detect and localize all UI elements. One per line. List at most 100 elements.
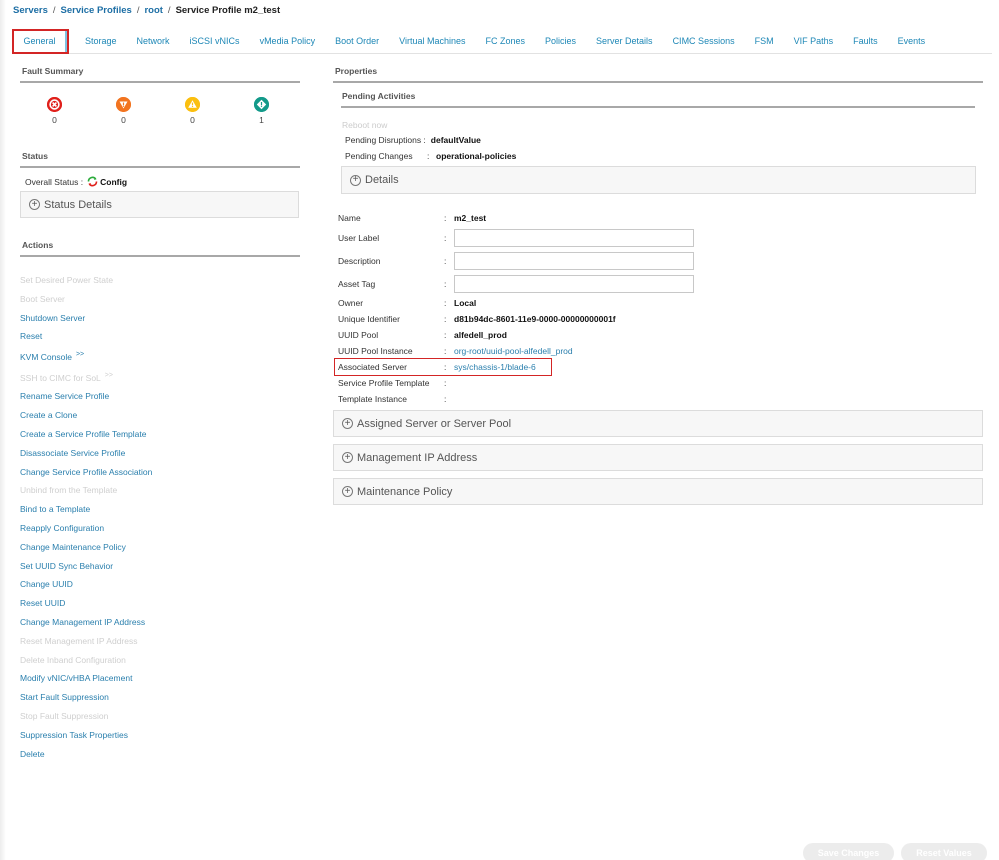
actions-list: Set Desired Power State Boot Server Shutdo… [20,271,300,763]
asset-tag-label: Asset Tag [338,278,376,289]
action-label: Stop Fault Suppression [20,710,109,721]
action-label: Start Fault Suppression [20,692,109,703]
status-details-label: Status Details [44,198,112,211]
description-row: Description : [338,249,983,272]
fault-warning[interactable]: 1 [227,97,296,135]
expand-plus-icon: + [350,174,361,186]
tab-vif-paths[interactable]: VIF Paths [784,29,844,53]
action-set-desired-power-state: Set Desired Power State [20,271,300,290]
breadcrumb-separator: / [52,5,56,16]
management-ip-toggle[interactable]: + Management IP Address [333,444,983,471]
tab-bar: General Storage Network iSCSI vNICs vMed… [12,29,992,54]
tab-general[interactable]: General [12,29,69,54]
action-reset[interactable]: Reset [20,327,300,346]
user-label-row: User Label : [338,226,983,249]
tab-events[interactable]: Events [888,29,936,53]
action-suppression-task-properties[interactable]: Suppression Task Properties [20,726,300,745]
fault-major-count: 0 [121,115,126,125]
user-label-label: User Label [338,232,380,243]
tab-boot-order[interactable]: Boot Order [325,29,389,53]
reboot-now-link[interactable]: Reboot now [342,120,975,130]
action-start-fault-suppression[interactable]: Start Fault Suppression [20,688,300,707]
action-change-service-profile-association[interactable]: Change Service Profile Association [20,463,300,482]
overall-status-label: Overall Status : [25,176,84,187]
owner-label: Owner [338,298,364,308]
save-changes-button[interactable]: Save Changes [803,843,894,860]
action-disassociate-service-profile[interactable]: Disassociate Service Profile [20,444,300,463]
action-label: Suppression Task Properties [20,729,129,740]
tab-virtual-machines[interactable]: Virtual Machines [389,29,475,53]
breadcrumb-separator: / [136,5,140,16]
tab-policies[interactable]: Policies [535,29,586,53]
action-label: KVM Console [20,352,72,363]
tab-server-details[interactable]: Server Details [586,29,663,53]
action-label: Disassociate Service Profile [20,447,126,458]
action-bind-to-a-template[interactable]: Bind to a Template [20,500,300,519]
action-set-uuid-sync-behavior[interactable]: Set UUID Sync Behavior [20,557,300,576]
breadcrumb-root[interactable]: root [144,5,162,16]
maintenance-policy-label: Maintenance Policy [357,485,453,498]
actions-title: Actions [22,240,54,250]
uuid-pool-instance-link[interactable]: org-root/uuid-pool-alfedell_prod [454,346,573,356]
action-modify-vnic-vhba-placement[interactable]: Modify vNIC/vHBA Placement [20,669,300,688]
action-create-a-clone[interactable]: Create a Clone [20,406,300,425]
tab-storage[interactable]: Storage [75,29,127,53]
colon: : [444,278,447,289]
maintenance-policy-toggle[interactable]: + Maintenance Policy [333,478,983,505]
tab-network[interactable]: Network [127,29,180,53]
action-reset-uuid[interactable]: Reset UUID [20,594,300,613]
action-label: Delete Inband Configuration [20,654,126,665]
breadcrumb-service-profiles[interactable]: Service Profiles [61,5,132,16]
tab-cimc-sessions[interactable]: CIMC Sessions [663,29,745,53]
action-kvm-console[interactable]: KVM Console >> [20,346,300,367]
breadcrumb-servers[interactable]: Servers [13,5,48,16]
action-label: Modify vNIC/vHBA Placement [20,673,133,684]
status-details-toggle[interactable]: + Status Details [20,191,299,218]
action-label: Change UUID [20,579,73,590]
action-reapply-configuration[interactable]: Reapply Configuration [20,519,300,538]
action-label: Reset [20,331,43,342]
name-label: Name [338,213,361,223]
fault-major[interactable]: 0 [89,97,158,135]
fault-critical[interactable]: 0 [20,97,89,135]
description-input[interactable] [454,251,694,270]
colon: : [444,394,447,404]
action-shutdown-server[interactable]: Shutdown Server [20,309,300,328]
breadcrumb-current: Service Profile m2_test [175,5,281,16]
action-delete[interactable]: Delete [20,745,300,764]
tab-vmedia-policy[interactable]: vMedia Policy [250,29,326,53]
action-change-management-ip-address[interactable]: Change Management IP Address [20,613,300,632]
tab-fc-zones[interactable]: FC Zones [476,29,536,53]
pending-activities-title: Pending Activities [342,91,416,101]
action-rename-service-profile[interactable]: Rename Service Profile [20,387,300,406]
action-label: Reapply Configuration [20,523,105,534]
description-label: Description [338,255,381,266]
assigned-server-toggle[interactable]: + Assigned Server or Server Pool [333,410,983,437]
pending-disruptions-value: defaultValue [430,135,481,145]
asset-tag-input[interactable] [454,274,694,293]
associated-server-link[interactable]: sys/chassis-1/blade-6 [454,362,536,372]
pending-disruptions: Pending Disruptions : defaultValue [345,132,975,148]
pending-changes-colon: : [427,151,430,161]
action-label: Set UUID Sync Behavior [20,560,114,571]
warning-diamond-icon [254,97,269,112]
external-launch-icon: >> [75,351,85,359]
expand-plus-icon: + [342,486,353,497]
overall-status: Overall Status : Config [25,176,300,187]
action-change-maintenance-policy[interactable]: Change Maintenance Policy [20,538,300,557]
action-change-uuid[interactable]: Change UUID [20,575,300,594]
fault-minor[interactable]: 0 [158,97,227,135]
colon: : [444,330,447,340]
tab-fsm[interactable]: FSM [745,29,784,53]
action-create-a-service-profile-template[interactable]: Create a Service Profile Template [20,425,300,444]
tab-faults[interactable]: Faults [843,29,888,53]
breadcrumb-separator: / [167,5,171,16]
details-toggle[interactable]: + Details [341,166,976,194]
management-ip-label: Management IP Address [357,451,478,464]
reset-values-button[interactable]: Reset Values [901,843,987,860]
action-boot-server: Boot Server [20,290,300,309]
assigned-server-label: Assigned Server or Server Pool [357,417,512,430]
colon: : [444,346,447,356]
user-label-input[interactable] [454,228,694,247]
tab-iscsi-vnics[interactable]: iSCSI vNICs [180,29,250,53]
